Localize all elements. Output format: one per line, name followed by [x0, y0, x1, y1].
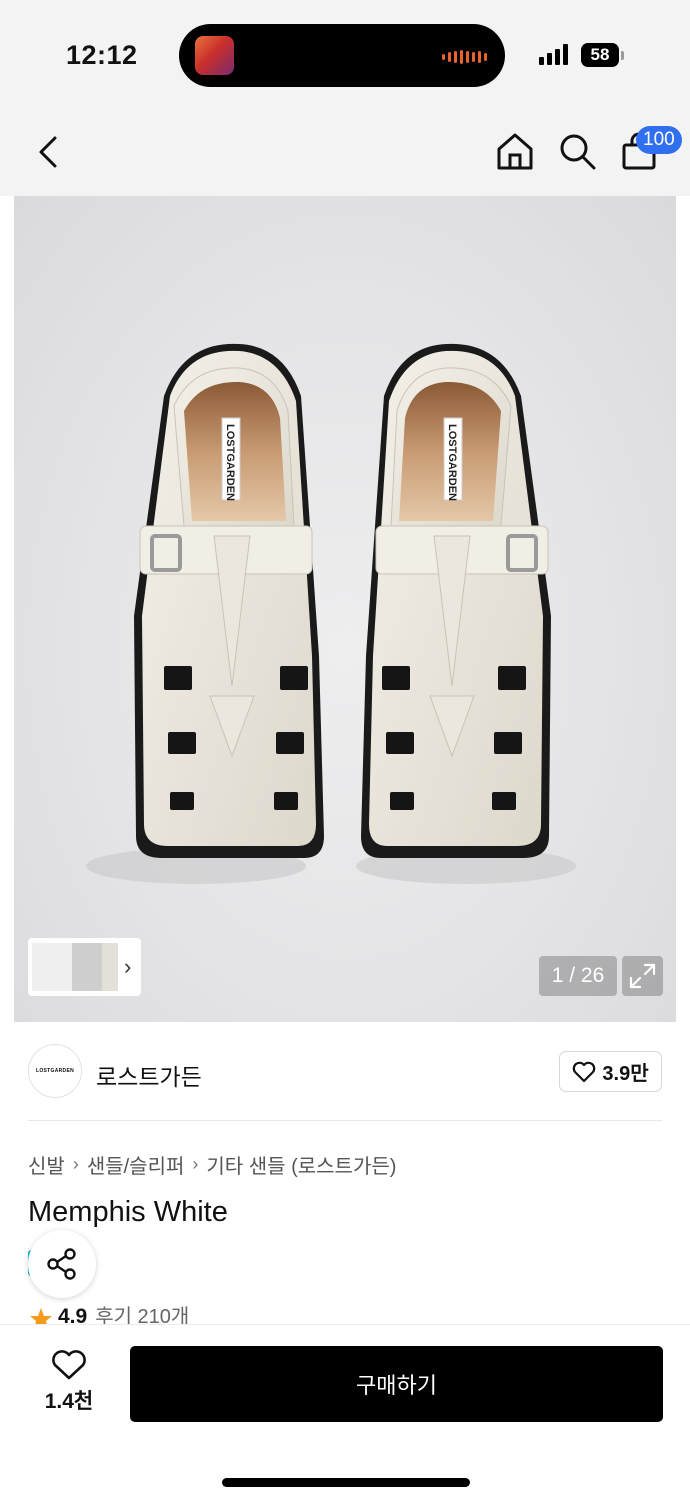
chevron-right-icon: ›	[124, 954, 132, 979]
home-indicator	[222, 1478, 470, 1487]
now-playing-artwork	[195, 36, 234, 75]
buy-button[interactable]: 구매하기	[130, 1346, 663, 1422]
expand-icon	[629, 963, 656, 989]
section-divider	[28, 1120, 662, 1121]
thumbnail-2	[72, 943, 102, 991]
battery-icon: 58	[581, 43, 619, 67]
image-page-counter: 1 / 26	[539, 956, 617, 996]
search-icon	[560, 134, 596, 170]
rating-score: 4.9	[58, 1305, 88, 1326]
chevron-right-icon: ›	[192, 1154, 199, 1174]
dynamic-island	[179, 24, 505, 87]
share-icon	[47, 1248, 76, 1280]
review-count-link[interactable]: 후기 210개	[95, 1300, 189, 1326]
brand-name[interactable]: 로스트가든	[96, 1058, 202, 1092]
home-icon	[497, 133, 533, 170]
brand-row: LOSTGARDEN 로스트가든 3.9만	[0, 1022, 690, 1122]
back-button[interactable]	[26, 130, 70, 174]
fullscreen-button[interactable]	[622, 956, 663, 996]
brand-logo[interactable]: LOSTGARDEN	[28, 1044, 82, 1098]
left-shoe	[134, 343, 324, 858]
left-shoe-label: LOSTGARDEN	[224, 424, 236, 501]
right-shoe	[361, 343, 551, 858]
heart-icon	[573, 1061, 596, 1082]
thumbnail-strip-button[interactable]: ›	[28, 938, 141, 996]
thumbnail-3	[102, 943, 118, 991]
audio-waveform-icon	[442, 50, 487, 64]
home-button[interactable]	[492, 128, 538, 174]
product-rating[interactable]: 4.9 후기 210개	[28, 1300, 189, 1326]
star-icon	[30, 1308, 52, 1326]
breadcrumb-item[interactable]: 신발	[28, 1150, 65, 1179]
battery-tip	[621, 51, 624, 60]
brand-like-button[interactable]: 3.9만	[559, 1051, 662, 1092]
breadcrumb: 신발 › 샌들/슬리퍼 › 기타 샌들 (로스트가든)	[28, 1150, 396, 1179]
share-button[interactable]	[28, 1230, 96, 1298]
wishlist-count: 1.4천	[44, 1390, 94, 1413]
breadcrumb-item[interactable]: 기타 샌들 (로스트가든)	[206, 1150, 396, 1179]
breadcrumb-item[interactable]: 샌들/슬리퍼	[87, 1150, 185, 1179]
chevron-right-icon: ›	[72, 1154, 79, 1174]
wishlist-button[interactable]: 1.4천	[36, 1349, 102, 1419]
brand-like-count: 3.9만	[602, 1063, 649, 1085]
cart-count-badge: 100	[636, 126, 682, 154]
product-image: LOSTGARDEN LOSTGARDEN	[86, 343, 576, 884]
heart-icon	[52, 1350, 86, 1380]
cellular-signal-icon	[539, 44, 568, 65]
product-image-carousel[interactable]: LOSTGARDEN LOSTGARDEN › 1 / 26	[14, 196, 676, 1022]
chevron-left-icon	[39, 136, 57, 168]
search-button[interactable]	[554, 128, 600, 174]
top-nav: 100	[0, 110, 690, 196]
status-time: 12:12	[66, 40, 138, 70]
thumbnail-1	[32, 943, 72, 991]
right-shoe-label: LOSTGARDEN	[446, 424, 458, 501]
bottom-action-bar: 1.4천 구매하기	[0, 1324, 690, 1500]
product-title: Memphis White	[28, 1196, 228, 1228]
status-bar: 12:12 58	[0, 0, 690, 110]
